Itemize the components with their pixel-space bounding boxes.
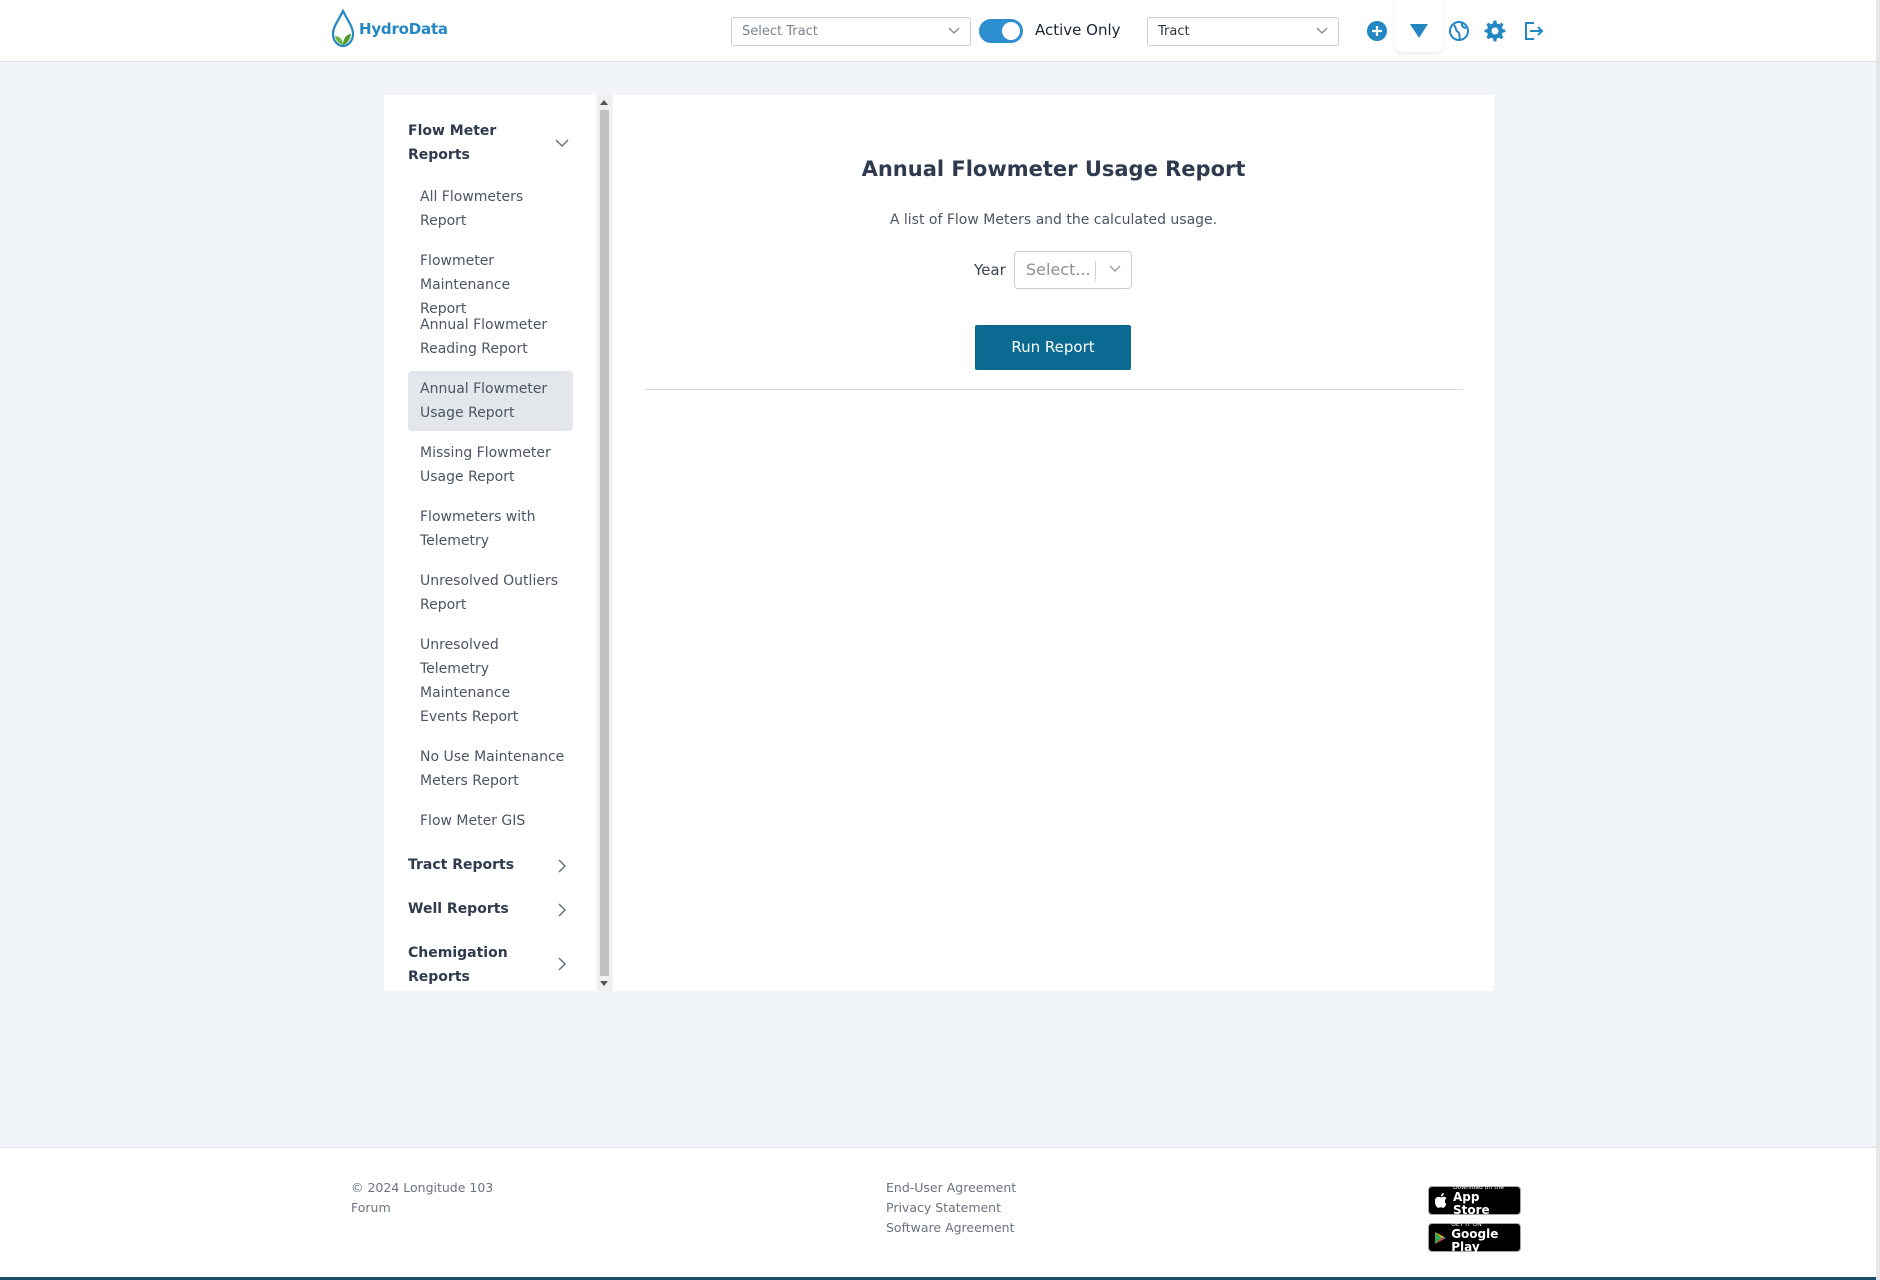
water-drop-leaf-icon: [331, 9, 355, 48]
tract-select-placeholder: Select Tract: [742, 24, 818, 39]
top-navbar: HydroData Select Tract Active Only Tract: [0, 0, 1880, 62]
sidebar-item-label: Flow Meter GIS: [420, 813, 526, 829]
page-title: Annual Flowmeter Usage Report: [861, 157, 1246, 181]
globe-icon[interactable]: [1447, 19, 1471, 43]
footer: © 2024 Longitude 103 Forum End-User Agre…: [0, 1147, 1880, 1280]
sidebar-group-tract-reports[interactable]: Tract Reports: [408, 853, 558, 877]
sidebar-item-label: Unresolved Telemetry Maintenance Events …: [420, 637, 519, 725]
year-select[interactable]: Select...: [1014, 251, 1132, 289]
tract-select[interactable]: Select Tract: [731, 17, 971, 46]
app-store-big-text: App Store: [1452, 1190, 1490, 1217]
select-separator: [1095, 261, 1096, 281]
report-panel: Annual Flowmeter Usage Report A list of …: [613, 95, 1494, 991]
chevron-right-icon[interactable]: [558, 957, 567, 971]
sidebar-scrollbar[interactable]: [597, 95, 612, 991]
chevron-right-icon[interactable]: [558, 903, 567, 917]
sidebar-item-label: Missing Flowmeter Usage Report: [420, 445, 551, 485]
filter-icon[interactable]: [1407, 19, 1431, 43]
report-description: A list of Flow Meters and the calculated…: [889, 212, 1218, 228]
sidebar-item-annual-reading[interactable]: Annual Flowmeter Reading Report: [408, 313, 573, 361]
chevron-down-icon: [1109, 265, 1121, 273]
scroll-thumb[interactable]: [600, 110, 609, 976]
sidebar-group-chemigation-reports[interactable]: Chemigation Reports: [408, 941, 518, 989]
privacy-link[interactable]: Privacy Statement: [886, 1198, 1001, 1218]
type-select-value: Tract: [1158, 24, 1190, 39]
scroll-down-arrow[interactable]: [600, 981, 608, 986]
eula-link[interactable]: End-User Agreement: [886, 1178, 1016, 1198]
chevron-down-icon: [1316, 27, 1328, 35]
sidebar-item-unresolved-outliers[interactable]: Unresolved Outliers Report: [408, 569, 573, 617]
apple-icon: [1435, 1193, 1447, 1208]
gear-icon[interactable]: [1483, 19, 1507, 43]
toggle-knob: [1002, 22, 1020, 40]
active-only-toggle[interactable]: [979, 19, 1023, 43]
sidebar-item-label: Annual Flowmeter Usage Report: [420, 381, 548, 421]
sidebar-item-label: No Use Maintenance Meters Report: [420, 749, 565, 789]
sidebar-item-label: All Flowmeters Report: [420, 189, 524, 229]
app-store-badge[interactable]: Download on the App Store: [1428, 1184, 1521, 1217]
sidebar-item-flowmeter-maintenance[interactable]: Flowmeter Maintenance Report: [408, 249, 573, 321]
sidebar-group-label: Tract Reports: [408, 857, 515, 873]
software-agreement-link[interactable]: Software Agreement: [886, 1218, 1015, 1238]
sidebar-group-flow-meter-reports[interactable]: Flow Meter Reports: [408, 119, 558, 167]
sidebar-item-no-use-maintenance[interactable]: No Use Maintenance Meters Report: [408, 745, 578, 793]
year-select-placeholder: Select...: [1026, 260, 1091, 279]
active-only-label: Active Only: [1035, 21, 1121, 39]
add-circle-icon[interactable]: [1365, 19, 1389, 43]
chevron-right-icon[interactable]: [558, 859, 567, 873]
sidebar-item-annual-usage[interactable]: Annual Flowmeter Usage Report: [408, 371, 573, 431]
year-label: Year: [974, 261, 1006, 279]
type-select[interactable]: Tract: [1147, 17, 1339, 46]
page-scrollbar[interactable]: [1876, 0, 1880, 1280]
sidebar-item-telemetry[interactable]: Flowmeters with Telemetry: [408, 505, 573, 553]
sidebar-item-label: Flowmeter Maintenance Report: [420, 253, 511, 317]
chevron-down-icon[interactable]: [555, 139, 569, 148]
sidebar-group-label: Chemigation Reports: [408, 945, 508, 985]
scroll-up-arrow[interactable]: [600, 100, 608, 105]
sidebar-item-all-flowmeters[interactable]: All Flowmeters Report: [408, 185, 573, 233]
chevron-down-icon: [948, 27, 960, 35]
run-report-button[interactable]: Run Report: [975, 325, 1131, 370]
google-play-icon: [1435, 1231, 1447, 1244]
logout-icon[interactable]: [1521, 19, 1545, 43]
sidebar-item-label: Unresolved Outliers Report: [420, 573, 558, 613]
sidebar-group-well-reports[interactable]: Well Reports: [408, 897, 558, 921]
sidebar-item-label: Annual Flowmeter Reading Report: [420, 317, 548, 357]
app-name: HydroData: [359, 20, 448, 38]
copyright: © 2024 Longitude 103: [351, 1180, 494, 1195]
sidebar-item-unresolved-telemetry[interactable]: Unresolved Telemetry Maintenance Events …: [408, 633, 558, 729]
divider: [645, 389, 1463, 390]
google-play-badge[interactable]: GET IT ON Google Play: [1428, 1221, 1521, 1254]
sidebar-item-label: Flowmeters with Telemetry: [420, 509, 536, 549]
sidebar-item-missing-usage[interactable]: Missing Flowmeter Usage Report: [408, 441, 573, 489]
logo[interactable]: HydroData: [330, 9, 448, 49]
sidebar-group-label: Flow Meter Reports: [408, 123, 497, 163]
sidebar-item-flow-meter-gis[interactable]: Flow Meter GIS: [408, 809, 573, 833]
reports-sidebar: Flow Meter Reports All Flowmeters Report…: [384, 95, 612, 991]
forum-link[interactable]: Forum: [351, 1198, 391, 1218]
google-play-big-text: Google Play: [1451, 1227, 1499, 1254]
sidebar-group-label: Well Reports: [408, 901, 509, 917]
